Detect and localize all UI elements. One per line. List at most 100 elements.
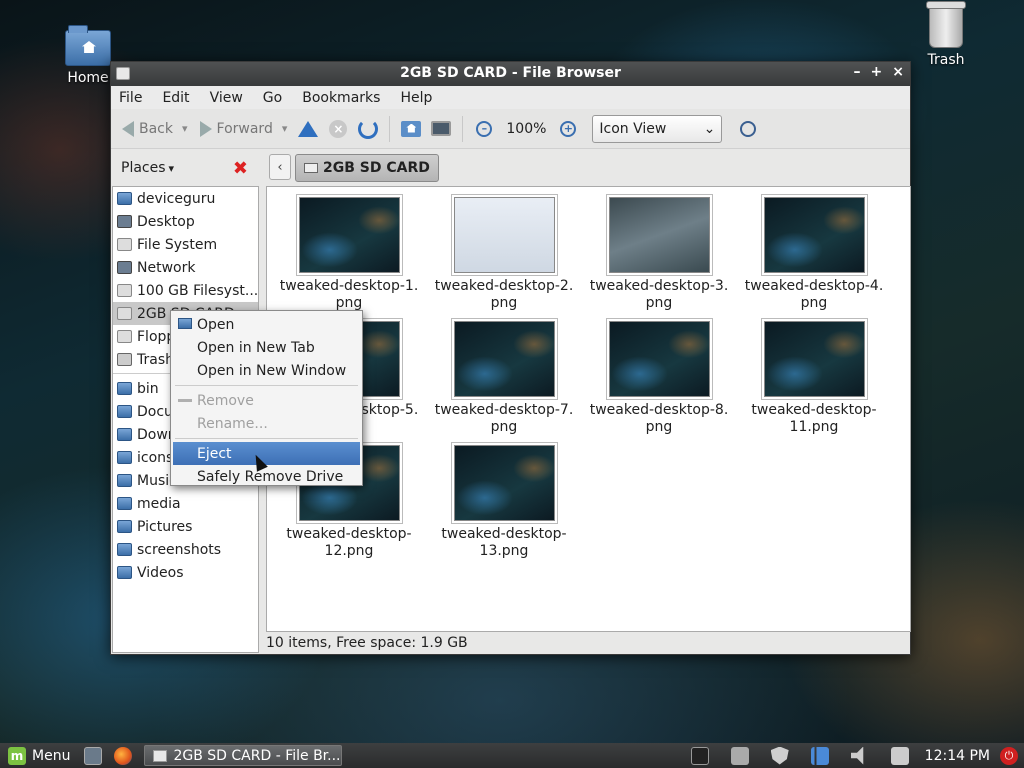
file-name-line: tweaked-desktop-: [286, 526, 412, 542]
maximize-button[interactable]: +: [871, 64, 883, 80]
system-tray: 12:14 PM ⏻: [685, 746, 1024, 765]
back-button[interactable]: Back ▾: [119, 114, 191, 144]
folder-icon: [117, 382, 132, 395]
places-header[interactable]: Places ▾ ✖: [111, 150, 258, 186]
sidebar-item-desktop[interactable]: Desktop: [113, 210, 258, 233]
update-shield-icon[interactable]: [770, 746, 789, 765]
minus-icon: [178, 399, 192, 402]
file-item[interactable]: tweaked-desktop- 11.png: [739, 321, 889, 436]
sidebar-item-label: Trash: [137, 351, 174, 368]
sidebar-item-label: bin: [137, 380, 159, 397]
sidebar-item-deviceguru[interactable]: deviceguru: [113, 187, 258, 210]
file-item[interactable]: tweaked-desktop-4. png: [739, 197, 889, 312]
file-name-line: 13.png: [479, 543, 529, 559]
context-menu-open-new-window[interactable]: Open in New Window: [173, 359, 360, 382]
music-folder-icon: [117, 474, 132, 487]
sidebar-item-screenshots[interactable]: screenshots: [113, 538, 258, 561]
firefox-icon[interactable]: [114, 746, 133, 765]
file-name-line: png: [490, 419, 518, 435]
context-menu: Open Open in New Tab Open in New Window …: [170, 310, 363, 486]
context-menu-safely-remove[interactable]: Safely Remove Drive: [173, 465, 360, 488]
forward-button[interactable]: Forward ▾: [197, 114, 291, 144]
network-icon: [117, 261, 132, 274]
path-bar: ‹ 2GB SD CARD: [269, 154, 439, 182]
image-thumbnail-icon: [608, 197, 710, 273]
menu-bar: File Edit View Go Bookmarks Help: [111, 86, 910, 109]
home-icon: [401, 120, 422, 137]
file-item[interactable]: tweaked-desktop-3. png: [584, 197, 734, 312]
view-mode-select[interactable]: Icon View ⌄: [592, 114, 723, 143]
toolbar-separator: [389, 115, 391, 142]
file-name-line: tweaked-desktop-4.: [744, 278, 884, 294]
file-name-line: tweaked-desktop-7.: [434, 402, 574, 418]
file-name-line: png: [800, 295, 828, 311]
sidebar-item-label: Videos: [137, 564, 184, 581]
search-icon[interactable]: [740, 120, 757, 137]
back-history-chevron-icon[interactable]: ▾: [182, 122, 188, 135]
reload-button[interactable]: [356, 117, 380, 141]
close-button[interactable]: ×: [892, 64, 904, 80]
home-folder-icon: [117, 192, 132, 205]
screenshot-icon[interactable]: [730, 746, 749, 765]
folder-icon: [178, 318, 192, 329]
sidebar-item-label: File System: [137, 236, 218, 253]
show-desktop-icon[interactable]: [84, 746, 103, 765]
menu-view[interactable]: View: [210, 90, 243, 106]
drive-icon: [117, 238, 132, 251]
sidebar-item-media[interactable]: media: [113, 492, 258, 515]
sidebar-item-pictures[interactable]: Pictures: [113, 515, 258, 538]
taskbar-item-file-browser[interactable]: 2GB SD CARD - File Br...: [144, 745, 343, 766]
computer-button[interactable]: [429, 117, 453, 141]
path-crumb-current[interactable]: 2GB SD CARD: [295, 154, 439, 182]
file-browser-app-icon: [153, 749, 168, 762]
zoom-out-button[interactable]: –: [472, 117, 496, 141]
trash-applet-icon[interactable]: [890, 746, 909, 765]
file-item[interactable]: tweaked-desktop-8. png: [584, 321, 734, 436]
sidebar-item-100gb-filesystem[interactable]: 100 GB Filesyst...: [113, 279, 258, 302]
pictures-folder-icon: [117, 520, 132, 533]
context-menu-open[interactable]: Open: [173, 313, 360, 336]
start-menu-button[interactable]: m Menu: [0, 746, 78, 765]
forward-history-chevron-icon[interactable]: ▾: [282, 122, 288, 135]
drive-icon: [117, 307, 132, 320]
context-menu-label: Open in New Window: [197, 362, 347, 379]
menu-bookmarks[interactable]: Bookmarks: [302, 90, 380, 106]
sidebar-item-file-system[interactable]: File System: [113, 233, 258, 256]
stop-button[interactable]: ×: [326, 117, 350, 141]
sidebar-item-videos[interactable]: Videos: [113, 561, 258, 584]
file-item[interactable]: tweaked-desktop-2. png: [429, 197, 579, 312]
trash-icon: [117, 353, 132, 366]
file-item[interactable]: tweaked-desktop- 13.png: [429, 445, 579, 560]
minimize-button[interactable]: –: [854, 64, 861, 80]
context-menu-label: Open in New Tab: [197, 339, 315, 356]
menu-help[interactable]: Help: [400, 90, 432, 106]
menu-go[interactable]: Go: [263, 90, 282, 106]
path-scroll-left-button[interactable]: ‹: [269, 154, 291, 180]
menu-edit[interactable]: Edit: [162, 90, 189, 106]
sidebar-item-network[interactable]: Network: [113, 256, 258, 279]
file-name-line: tweaked-desktop-: [751, 402, 877, 418]
zoom-in-button[interactable]: +: [556, 117, 580, 141]
file-item[interactable]: tweaked-desktop-7. png: [429, 321, 579, 436]
clock[interactable]: 12:14 PM: [925, 748, 990, 764]
context-menu-eject[interactable]: Eject: [173, 442, 360, 465]
power-icon[interactable]: ⏻: [1000, 746, 1018, 765]
folder-icon: [117, 451, 132, 464]
file-name-line: png: [645, 295, 673, 311]
folder-icon: [117, 543, 132, 556]
chevron-left-icon: ‹: [277, 159, 283, 175]
file-item[interactable]: tweaked-desktop-1. png: [274, 197, 424, 312]
title-bar[interactable]: 2GB SD CARD - File Browser – + ×: [111, 62, 910, 86]
terminal-icon[interactable]: [690, 746, 709, 765]
up-button[interactable]: [296, 117, 320, 141]
context-menu-open-new-tab[interactable]: Open in New Tab: [173, 336, 360, 359]
home-button[interactable]: [399, 117, 423, 141]
computer-icon: [431, 121, 452, 136]
image-thumbnail-icon: [763, 197, 865, 273]
network-signal-icon[interactable]: [810, 746, 829, 765]
close-sidebar-icon[interactable]: ✖: [233, 158, 248, 179]
desktop-trash-icon[interactable]: Trash: [911, 1, 981, 68]
back-arrow-icon: [122, 120, 134, 137]
menu-file[interactable]: File: [119, 90, 142, 106]
volume-icon[interactable]: [850, 746, 864, 765]
